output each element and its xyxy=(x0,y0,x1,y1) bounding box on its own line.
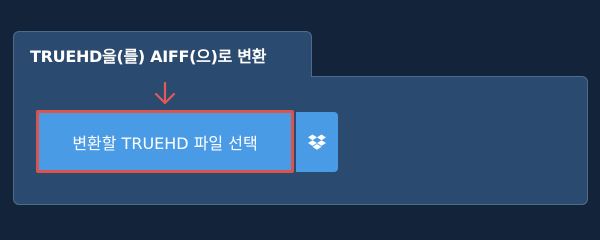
arrow-down-icon xyxy=(154,82,176,105)
dropbox-button[interactable] xyxy=(296,112,338,172)
choose-file-button[interactable]: 변환할 TRUEHD 파일 선택 xyxy=(36,110,294,173)
panel-title: TRUEHD을(를) AIFF(으)로 변환 xyxy=(30,47,267,66)
dropbox-icon xyxy=(308,134,326,150)
choose-file-label: 변환할 TRUEHD 파일 선택 xyxy=(72,133,258,153)
